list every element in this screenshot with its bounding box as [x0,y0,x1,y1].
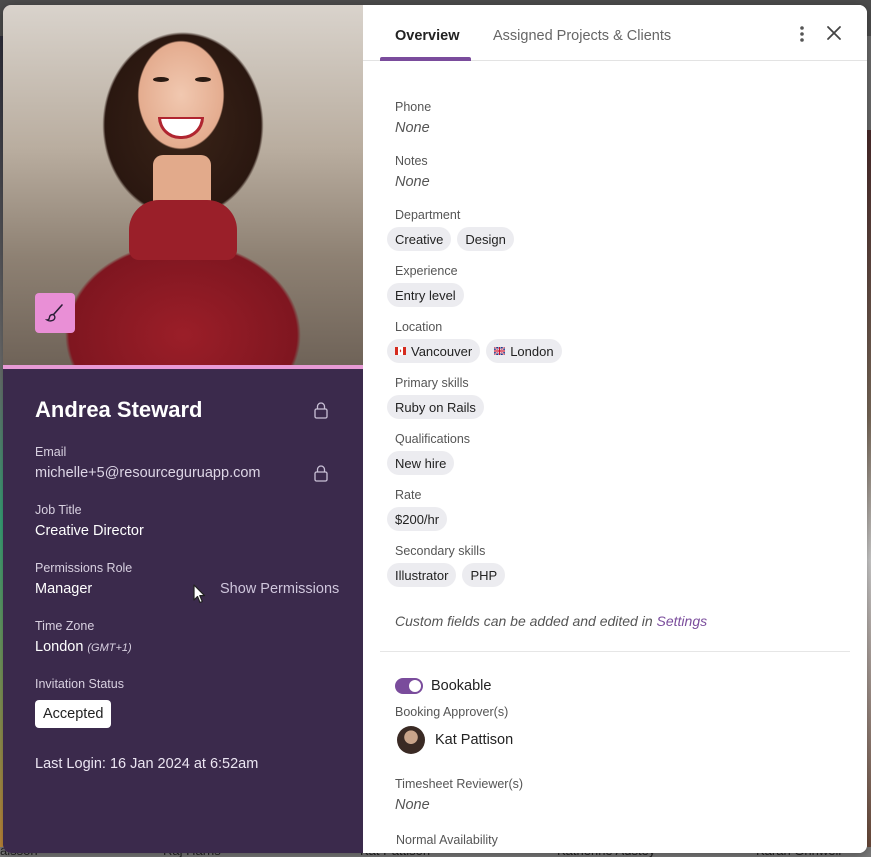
chip-vancouver: Vancouver [387,339,481,363]
divider [380,651,850,652]
permissions-role-label: Permissions Role [35,561,133,575]
job-title-label: Job Title [35,503,82,517]
location-chips: Vancouver London [387,339,562,363]
tab-assigned-projects-clients[interactable]: Assigned Projects & Clients [493,28,671,44]
profile-panel: Andrea Steward Email michelle+5@resource… [3,5,363,853]
approver-name: Kat Pattison [435,732,514,748]
notes-value: None [395,174,430,190]
resource-profile-modal: Andrea Steward Email michelle+5@resource… [3,5,867,853]
phone-value: None [395,120,430,136]
department-chips: Creative Design [387,227,514,251]
experience-chips: Entry level [387,283,464,307]
notes-label: Notes [395,154,428,168]
chip: Creative [387,227,452,251]
chip: Entry level [387,283,464,307]
mouse-cursor-icon [193,584,206,604]
show-permissions-link[interactable]: Show Permissions [220,581,339,597]
uk-flag-icon [494,347,506,355]
chip: Illustrator [387,563,457,587]
location-label: Location [395,320,443,334]
close-icon[interactable] [826,25,842,41]
invitation-status-badge: Accepted [35,700,112,728]
profile-name: Andrea Steward [35,397,203,422]
department-label: Department [395,208,461,222]
custom-fields-text: Custom fields can be added and edited in [395,613,657,629]
booking-approvers-label: Booking Approver(s) [395,705,509,719]
photo-accent-bar [3,365,363,369]
chip: $200/hr [387,507,448,531]
active-tab-indicator [380,57,471,61]
email-value: michelle+5@resourceguruapp.com [35,465,261,481]
secondary-skills-chips: Illustrator PHP [387,563,506,587]
chip: New hire [387,451,455,475]
timesheet-reviewers-label: Timesheet Reviewer(s) [395,777,524,791]
time-zone-offset: (GMT+1) [87,642,132,654]
tab-overview[interactable]: Overview [395,28,460,44]
normal-availability-label: Normal Availability [396,833,498,847]
time-zone-city: London [35,639,84,655]
paintbrush-icon[interactable] [35,293,75,333]
avatar [397,726,425,754]
email-lock-icon [313,464,329,482]
qualifications-chips: New hire [387,451,455,475]
lock-icon [313,401,329,419]
tab-bar: Overview Assigned Projects & Clients [363,5,867,61]
phone-label: Phone [395,100,432,114]
primary-skills-chips: Ruby on Rails [387,395,484,419]
chip: PHP [462,563,506,587]
timesheet-reviewers-value: None [395,797,430,813]
job-title-value: Creative Director [35,523,144,539]
last-login-text: Last Login: 16 Jan 2024 at 6:52am [35,756,259,772]
invitation-status-label: Invitation Status [35,677,124,691]
location-name: London [510,343,554,359]
primary-skills-label: Primary skills [395,376,469,390]
chip-london: London [486,339,562,363]
time-zone-label: Time Zone [35,619,95,633]
rate-label: Rate [395,488,422,502]
details-panel: Overview Assigned Projects & Clients Pho… [363,5,867,853]
location-name: Vancouver [411,343,473,359]
time-zone-value: London (GMT+1) [35,639,132,655]
bookable-label: Bookable [431,678,492,694]
chip: Design [457,227,514,251]
experience-label: Experience [395,264,458,278]
secondary-skills-label: Secondary skills [395,544,486,558]
more-options-icon[interactable] [799,25,805,43]
rate-chips: $200/hr [387,507,448,531]
email-label: Email [35,445,67,459]
permissions-role-value: Manager [35,581,93,597]
qualifications-label: Qualifications [395,432,471,446]
custom-fields-note: Custom fields can be added and edited in… [395,613,707,629]
settings-link[interactable]: Settings [657,613,708,629]
bookable-toggle[interactable] [395,678,423,694]
canada-flag-icon [395,347,406,355]
chip: Ruby on Rails [387,395,484,419]
